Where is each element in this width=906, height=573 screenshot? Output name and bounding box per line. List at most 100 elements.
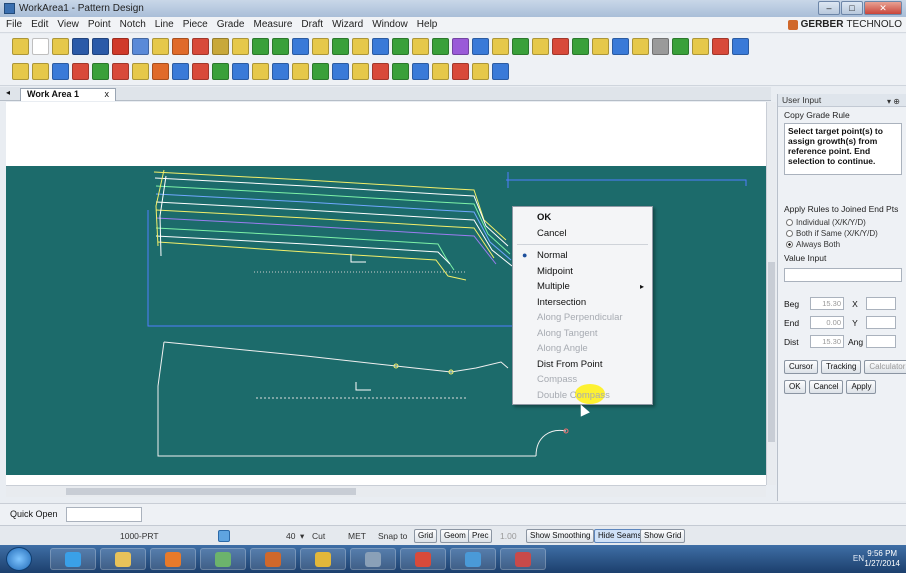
main-tool-14-icon[interactable] [272, 37, 289, 55]
draft-tool-21-icon[interactable] [412, 63, 429, 80]
draft-tool-11-icon[interactable] [212, 63, 229, 80]
taskbar-app-7[interactable] [350, 548, 396, 570]
menu-grade[interactable]: Grade [217, 19, 245, 30]
main-tool-13-icon[interactable] [252, 37, 269, 55]
draft-tool-6-icon[interactable] [112, 63, 129, 80]
draft-tool-15-icon[interactable] [292, 63, 309, 80]
unit-mode[interactable]: Cut [312, 531, 325, 541]
main-tool-25-icon[interactable] [492, 37, 509, 55]
cursor-button[interactable]: Cursor [784, 360, 819, 374]
grade-line-10[interactable] [157, 241, 467, 281]
draft-tool-24-icon[interactable] [472, 63, 489, 80]
draft-tool-16-icon[interactable] [312, 63, 329, 80]
vertical-scroll-thumb[interactable] [768, 262, 775, 442]
main-tool-7-icon[interactable] [132, 37, 149, 55]
draft-tool-23-icon[interactable] [452, 63, 469, 80]
main-tool-31-icon[interactable] [612, 37, 629, 55]
menu-file[interactable]: File [6, 19, 22, 30]
grade-line-8[interactable] [155, 227, 455, 271]
field-x-input[interactable] [866, 297, 896, 310]
tray-language[interactable]: EN [853, 554, 864, 563]
radio-button-icon[interactable] [786, 219, 793, 226]
draft-tool-8-icon[interactable] [152, 63, 169, 80]
axis-marker-lower[interactable] [355, 382, 371, 391]
menu-line[interactable]: Line [155, 19, 174, 30]
quick-open-input[interactable] [66, 507, 142, 522]
horizontal-scrollbar[interactable] [6, 485, 766, 497]
radio-button-icon[interactable] [786, 230, 793, 237]
draft-tool-17-icon[interactable] [332, 63, 349, 80]
main-tool-35-icon[interactable] [692, 37, 709, 55]
taskbar-media[interactable] [150, 548, 196, 570]
main-tool-20-icon[interactable] [392, 37, 409, 55]
main-tool-28-icon[interactable] [552, 37, 569, 55]
taskbar-pattern-design[interactable] [250, 548, 296, 570]
main-tool-37-icon[interactable] [732, 37, 749, 55]
menu-item-normal[interactable]: Normal ● [513, 248, 652, 264]
main-tool-6-icon[interactable] [112, 37, 129, 55]
main-tool-12-icon[interactable] [232, 37, 249, 55]
selection-rect-top[interactable] [506, 179, 747, 186]
main-tool-24-icon[interactable] [472, 37, 489, 55]
menu-item-midpoint[interactable]: Midpoint [513, 264, 652, 280]
show-grid-button[interactable]: Show Grid [640, 529, 686, 543]
tab-work-area-1[interactable]: Work Area 1 x [20, 88, 116, 101]
draft-tool-19-icon[interactable] [372, 63, 389, 80]
radio-button-icon[interactable] [786, 241, 793, 248]
menu-item-multiple[interactable]: Multiple ▸ [513, 279, 652, 295]
main-tool-34-icon[interactable] [672, 37, 689, 55]
main-tool-9-icon[interactable] [172, 37, 189, 55]
value-input-field[interactable] [784, 268, 902, 282]
apply-option-1[interactable]: Individual (X/K/Y/D) [778, 217, 906, 228]
taskbar-clock[interactable]: 9:56 PM 1/27/2014 [864, 549, 900, 569]
field-end-input[interactable]: 0.00 [810, 316, 844, 329]
draft-tool-13-icon[interactable] [252, 63, 269, 80]
menu-item-intersection[interactable]: Intersection [513, 295, 652, 311]
menu-window[interactable]: Window [372, 19, 408, 30]
apply-option-3[interactable]: Always Both [778, 239, 906, 250]
draft-tool-20-icon[interactable] [392, 63, 409, 80]
field-ang-input[interactable] [866, 335, 896, 348]
taskbar-app-6[interactable] [300, 548, 346, 570]
main-tool-22-icon[interactable] [432, 37, 449, 55]
menu-view[interactable]: View [57, 19, 79, 30]
menu-draft[interactable]: Draft [301, 19, 323, 30]
main-tool-32-icon[interactable] [632, 37, 649, 55]
main-tool-11-icon[interactable] [212, 37, 229, 55]
menu-notch[interactable]: Notch [120, 19, 146, 30]
horizontal-scroll-thumb[interactable] [66, 488, 356, 495]
show-smoothing-button[interactable]: Show Smoothing [526, 529, 595, 543]
main-tool-36-icon[interactable] [712, 37, 729, 55]
draft-tool-22-icon[interactable] [432, 63, 449, 80]
main-tool-23-icon[interactable] [452, 37, 469, 55]
tracking-button[interactable]: Tracking [821, 360, 862, 374]
taskbar-ie[interactable] [50, 548, 96, 570]
menu-point[interactable]: Point [88, 19, 111, 30]
hide-seams-button[interactable]: Hide Seams [594, 529, 646, 543]
calculator-button[interactable]: Calculator [864, 360, 906, 374]
menu-edit[interactable]: Edit [31, 19, 48, 30]
main-tool-15-icon[interactable] [292, 37, 309, 55]
draft-tool-25-icon[interactable] [492, 63, 509, 80]
main-tool-10-icon[interactable] [192, 37, 209, 55]
taskbar-app-9[interactable] [450, 548, 496, 570]
main-tool-29-icon[interactable] [572, 37, 589, 55]
start-button-icon[interactable] [6, 547, 32, 571]
main-tool-33-icon[interactable] [652, 37, 669, 55]
snap-geom-button[interactable]: Geom [440, 529, 470, 543]
draft-tool-12-icon[interactable] [232, 63, 249, 80]
pin-icon[interactable]: ▾ ⊕ [887, 95, 900, 108]
draft-tool-10-icon[interactable] [192, 63, 209, 80]
color-swatch-icon[interactable] [218, 530, 230, 542]
main-tool-21-icon[interactable] [412, 37, 429, 55]
taskbar-app-4[interactable] [200, 548, 246, 570]
grade-line-9[interactable] [155, 235, 451, 265]
draft-tool-2-icon[interactable] [32, 63, 49, 80]
snap-prec-button[interactable]: Prec [468, 529, 493, 543]
draft-tool-1-icon[interactable] [12, 63, 29, 80]
menu-item-ok[interactable]: OK [513, 210, 652, 226]
cancel-button[interactable]: Cancel [808, 380, 844, 394]
draft-tool-4-icon[interactable] [72, 63, 89, 80]
lower-piece-curve[interactable] [535, 429, 567, 457]
zoom-level[interactable]: 40 [286, 531, 295, 541]
